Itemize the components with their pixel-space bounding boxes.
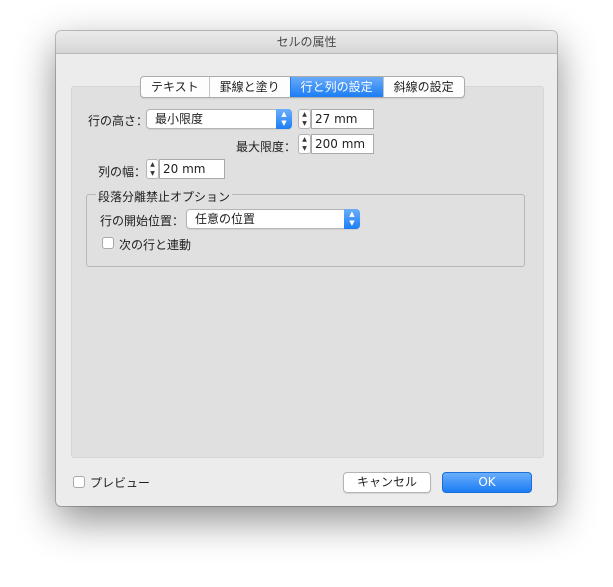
- window-title: セルの属性: [56, 31, 557, 54]
- start-row-label: 行の開始位置：: [100, 214, 185, 228]
- row-max-stepper[interactable]: ▲ ▼: [298, 134, 311, 154]
- stepper-up-icon[interactable]: ▲: [299, 135, 310, 144]
- row-height-mode-value: 最小限度: [155, 112, 204, 126]
- preview-checkbox[interactable]: [73, 476, 85, 488]
- row-height-input[interactable]: 27 mm: [311, 109, 374, 129]
- row-max-label: 最大限度：: [236, 140, 297, 154]
- row-height-mode-select[interactable]: 最小限度 ▲ ▼: [146, 109, 292, 129]
- row-max-input[interactable]: 200 mm: [311, 134, 374, 154]
- cell-options-dialog: セルの属性 テキスト 罫線と塗り 行と列の設定 斜線の設定 行の高さ： 最小限度…: [56, 31, 557, 506]
- updown-chevron-icon: ▲ ▼: [276, 109, 292, 129]
- cancel-button[interactable]: キャンセル: [343, 472, 431, 493]
- column-width-stepper[interactable]: ▲ ▼: [146, 159, 159, 179]
- ok-button[interactable]: OK: [442, 472, 532, 493]
- tab-bar: テキスト 罫線と塗り 行と列の設定 斜線の設定: [140, 76, 465, 98]
- tab-text[interactable]: テキスト: [141, 77, 209, 97]
- tab-diagonal-lines[interactable]: 斜線の設定: [382, 77, 464, 97]
- start-row-select[interactable]: 任意の位置 ▲ ▼: [186, 209, 360, 229]
- tab-strokes-fills[interactable]: 罫線と塗り: [208, 77, 290, 97]
- keep-with-next-checkbox[interactable]: [102, 237, 114, 249]
- column-width-input[interactable]: 20 mm: [159, 159, 225, 179]
- keep-with-next-label: 次の行と連動: [119, 238, 192, 252]
- updown-chevron-icon: ▲ ▼: [344, 209, 360, 229]
- stepper-down-icon[interactable]: ▼: [147, 169, 158, 178]
- row-height-label: 行の高さ：: [88, 114, 149, 128]
- start-row-value: 任意の位置: [195, 212, 256, 226]
- keep-options-title: 段落分離禁止オプション: [96, 188, 233, 205]
- row-height-stepper[interactable]: ▲ ▼: [298, 109, 311, 129]
- tab-rows-columns[interactable]: 行と列の設定: [289, 77, 383, 97]
- preview-label: プレビュー: [90, 476, 151, 490]
- column-width-label: 列の幅：: [98, 165, 147, 179]
- stepper-up-icon[interactable]: ▲: [299, 110, 310, 119]
- stepper-down-icon[interactable]: ▼: [299, 144, 310, 153]
- stepper-down-icon[interactable]: ▼: [299, 119, 310, 128]
- stepper-up-icon[interactable]: ▲: [147, 160, 158, 169]
